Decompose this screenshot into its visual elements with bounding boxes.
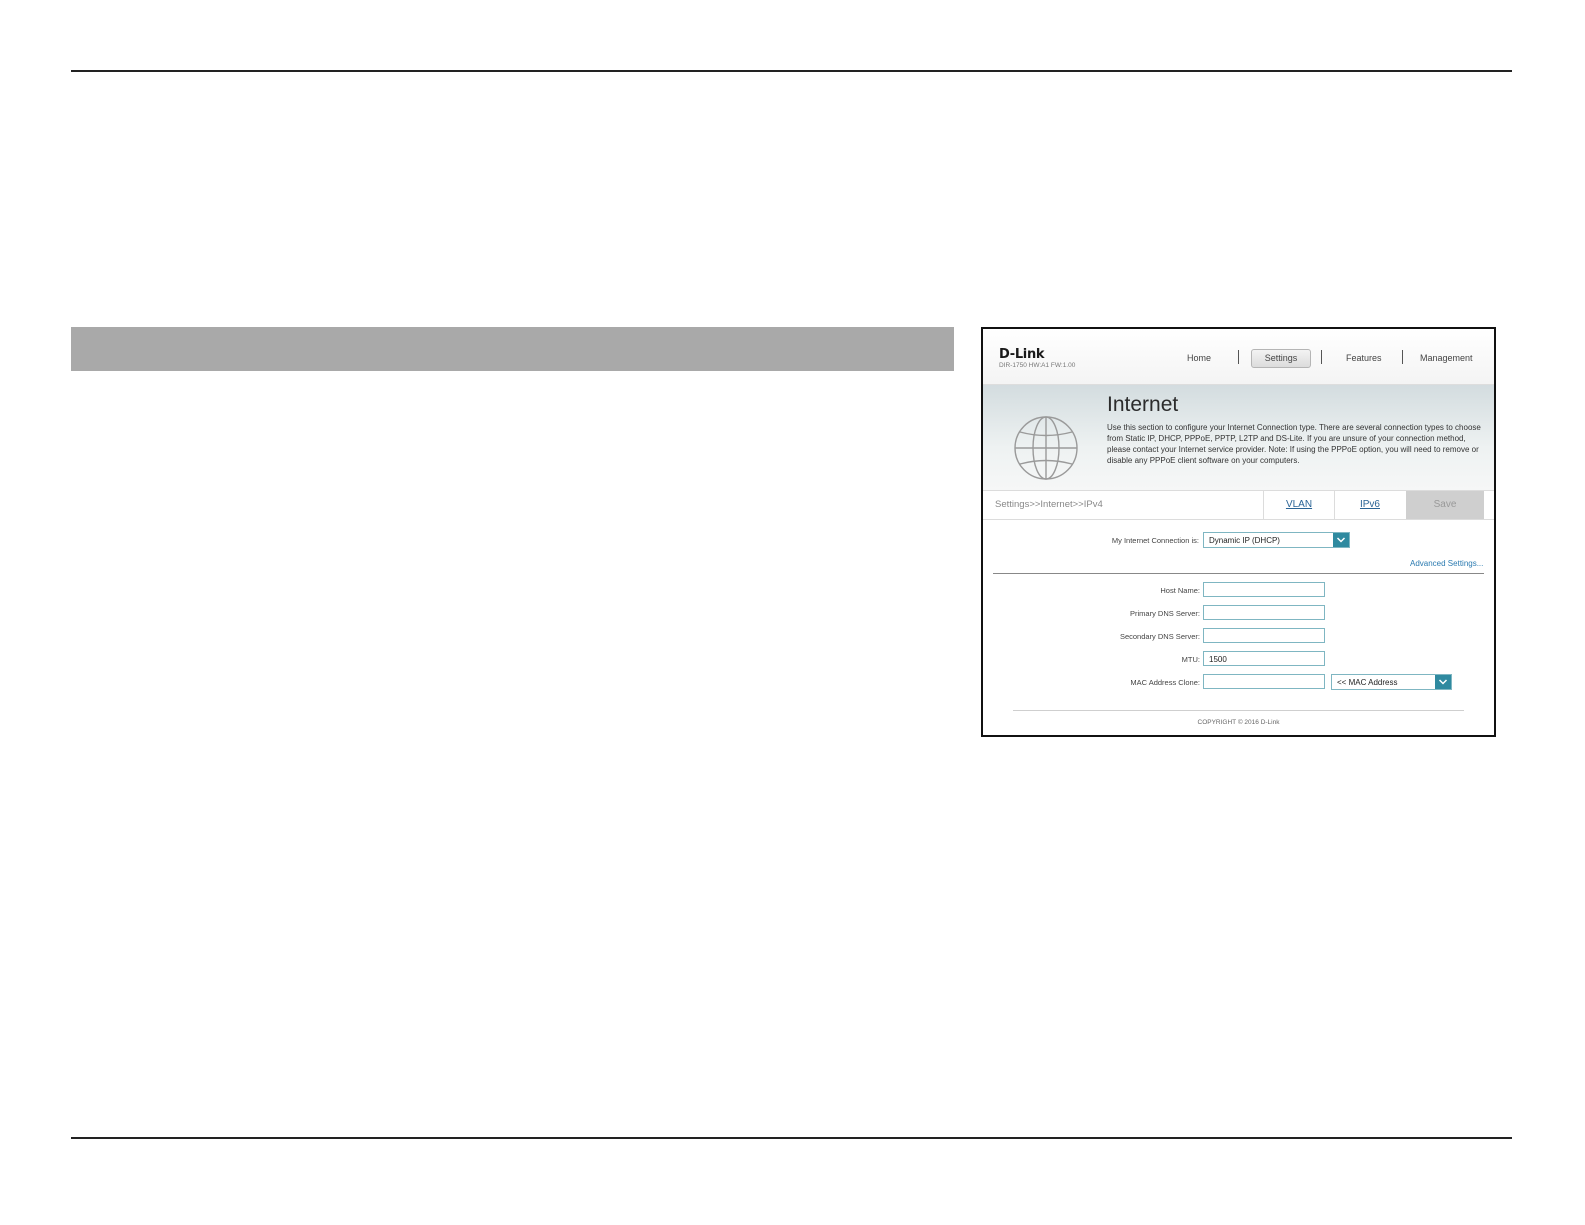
mac-address-select[interactable]: << MAC Address (1331, 674, 1452, 690)
page-banner: Internet Use this section to configure y… (983, 385, 1494, 490)
breadcrumb: Settings>>Internet>>IPv4 (995, 499, 1103, 510)
page-title: Internet (1107, 393, 1179, 416)
nav-features[interactable]: Features (1346, 353, 1382, 363)
top-rule (71, 70, 1512, 72)
page-description: Use this section to configure your Inter… (1107, 423, 1481, 465)
router-ui-screenshot: D-Link DIR-1750 HW:A1 FW:1.00 Home Setti… (981, 327, 1496, 737)
chevron-down-icon (1435, 675, 1451, 689)
copyright-text: COPYRIGHT © 2016 D-Link (1197, 719, 1280, 726)
tab-ipv6[interactable]: IPv6 (1334, 491, 1405, 519)
router-header: D-Link DIR-1750 HW:A1 FW:1.00 Home Setti… (983, 329, 1494, 385)
dlink-logo: D-Link (999, 347, 1045, 362)
mac-clone-label: MAC Address Clone: (1130, 678, 1200, 687)
chevron-down-icon (1333, 533, 1349, 547)
mac-clone-input[interactable] (1203, 674, 1325, 689)
tab-vlan[interactable]: VLAN (1263, 491, 1334, 519)
primary-dns-input[interactable] (1203, 605, 1325, 620)
nav-settings[interactable]: Settings (1251, 349, 1311, 368)
nav-separator (1402, 350, 1403, 364)
connection-type-value: Dynamic IP (DHCP) (1209, 536, 1280, 545)
connection-type-label: My Internet Connection is: (1111, 536, 1199, 545)
bottom-rule (71, 1137, 1512, 1139)
mtu-input[interactable]: 1500 (1203, 651, 1325, 666)
advanced-settings-link[interactable]: Advanced Settings... (1410, 559, 1483, 568)
nav-home[interactable]: Home (1187, 353, 1211, 363)
secondary-dns-label: Secondary DNS Server: (1119, 632, 1200, 641)
host-name-input[interactable] (1203, 582, 1325, 597)
mtu-label: MTU: (1181, 655, 1200, 664)
mac-address-select-value: << MAC Address (1337, 678, 1398, 687)
primary-dns-label: Primary DNS Server: (1129, 609, 1200, 618)
save-button[interactable]: Save (1406, 491, 1484, 519)
section-header-bar (71, 327, 954, 371)
breadcrumb-bar: Settings>>Internet>>IPv4 VLAN IPv6 Save (983, 490, 1494, 520)
nav-management[interactable]: Management (1420, 353, 1473, 363)
globe-icon (1014, 416, 1078, 480)
footer-line (1013, 710, 1464, 711)
host-name-label: Host Name: (1160, 586, 1200, 595)
secondary-dns-input[interactable] (1203, 628, 1325, 643)
connection-type-select[interactable]: Dynamic IP (DHCP) (1203, 532, 1350, 548)
nav-separator (1238, 350, 1239, 364)
model-info: DIR-1750 HW:A1 FW:1.00 (999, 362, 1076, 369)
section-divider (993, 573, 1484, 574)
nav-separator (1321, 350, 1322, 364)
